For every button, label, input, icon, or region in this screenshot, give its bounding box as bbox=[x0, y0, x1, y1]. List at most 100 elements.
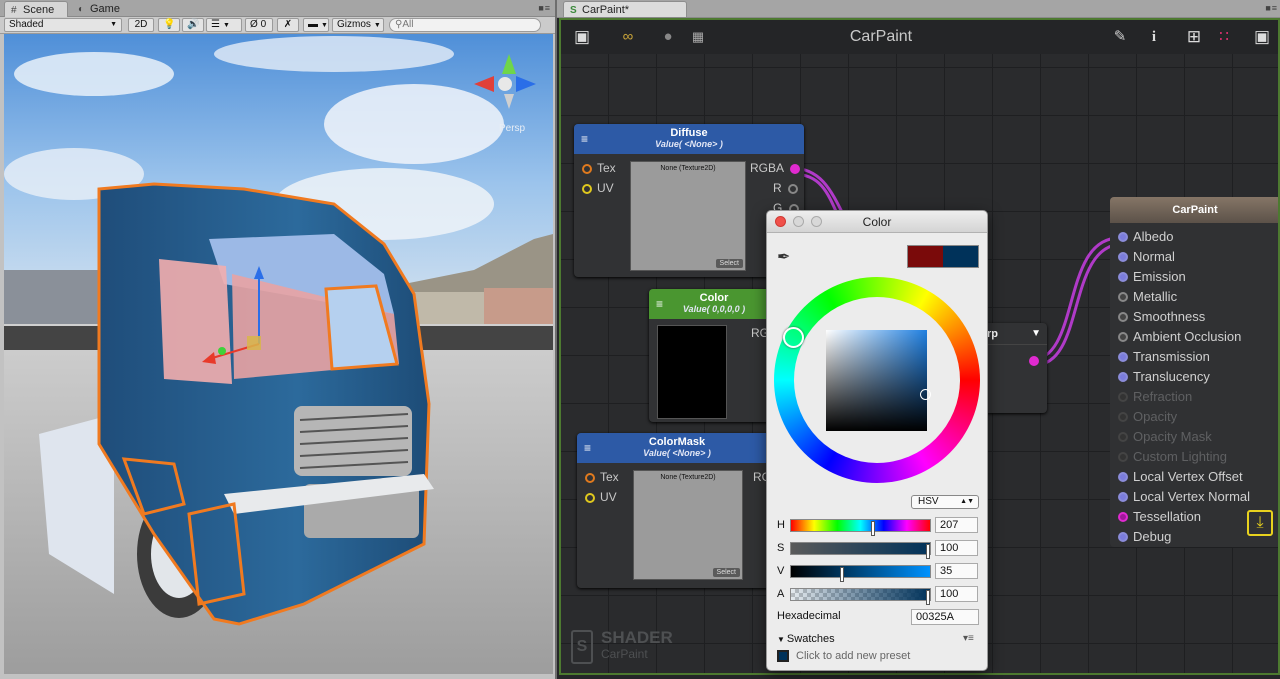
dropdown-arrow-icon: ▼ bbox=[321, 22, 328, 29]
colormask-node[interactable]: ≡ ColorMask Value( <None> ) Tex UV None … bbox=[577, 433, 777, 588]
logo-line1: SHADER bbox=[601, 628, 673, 647]
node-menu-icon[interactable]: ≡ bbox=[581, 132, 588, 146]
texture-select-button[interactable]: Select bbox=[712, 568, 740, 577]
value-track[interactable] bbox=[790, 565, 931, 582]
hue-slider[interactable]: H 207 bbox=[777, 517, 978, 536]
colormask-texture-slot[interactable]: None (Texture2D) Select bbox=[633, 470, 743, 580]
camera-dropdown-icon[interactable]: ▬ ▼ bbox=[303, 18, 329, 32]
output-input-normal[interactable]: Normal bbox=[1110, 247, 1278, 267]
add-preset-hint[interactable]: Click to add new preset bbox=[796, 650, 910, 662]
texture-select-button[interactable]: Select bbox=[715, 259, 743, 268]
scene-viewport[interactable]: Persp bbox=[4, 34, 553, 674]
colormask-node-header[interactable]: ≡ ColorMask Value( <None> ) bbox=[577, 433, 777, 463]
slider-thumb[interactable] bbox=[926, 544, 930, 559]
hue-track[interactable] bbox=[790, 519, 931, 536]
value-slider[interactable]: V 35 bbox=[777, 563, 978, 582]
shading-mode-dropdown[interactable]: Shaded ▼ bbox=[4, 18, 122, 32]
output-input-ambient-occlusion[interactable]: Ambient Occlusion bbox=[1110, 327, 1278, 347]
slider-thumb[interactable] bbox=[840, 567, 844, 582]
window-options-icon[interactable]: ■≡ bbox=[1265, 3, 1278, 13]
output-input-emission[interactable]: Emission bbox=[1110, 267, 1278, 287]
saturation-slider[interactable]: S 100 bbox=[777, 540, 978, 559]
swatches-header[interactable]: ▼ Swatches bbox=[777, 633, 835, 645]
slider-label: A bbox=[777, 588, 785, 600]
output-input-local-vertex-offset[interactable]: Local Vertex Offset bbox=[1110, 467, 1278, 487]
diffuse-node-header[interactable]: ≡ Diffuse Value( <None> ) bbox=[574, 124, 804, 154]
hidden-objects-toggle[interactable]: Ø 0 bbox=[245, 18, 273, 32]
node-menu-icon[interactable]: ≡ bbox=[656, 297, 663, 311]
tab-game[interactable]: ◐ Game bbox=[72, 1, 132, 17]
color-mode-dropdown[interactable]: HSV ▲▼ bbox=[911, 495, 979, 509]
output-input-local-vertex-normal[interactable]: Local Vertex Normal bbox=[1110, 487, 1278, 507]
node-menu-icon[interactable]: ≡ bbox=[584, 441, 591, 455]
saturation-value-field[interactable]: 100 bbox=[935, 540, 978, 556]
alpha-track[interactable] bbox=[790, 588, 931, 605]
logo-line2: CarPaint bbox=[601, 647, 648, 661]
slider-thumb[interactable] bbox=[871, 521, 875, 536]
tools-icon[interactable]: ✗ bbox=[277, 18, 299, 32]
saturation-track[interactable] bbox=[790, 542, 931, 559]
port-label: Translucency bbox=[1133, 369, 1210, 384]
colormask-input-tex[interactable]: Tex bbox=[585, 470, 619, 484]
saturation-value-square[interactable] bbox=[826, 330, 931, 431]
tab-game-label: Game bbox=[90, 3, 120, 15]
diffuse-input-tex[interactable]: Tex bbox=[582, 161, 616, 175]
effects-dropdown-icon[interactable]: ☰ ▼ bbox=[206, 18, 242, 32]
diffuse-input-uv[interactable]: UV bbox=[582, 181, 614, 195]
output-input-translucency[interactable]: Translucency bbox=[1110, 367, 1278, 387]
sv-picker-handle[interactable] bbox=[920, 389, 931, 400]
close-icon[interactable] bbox=[775, 216, 786, 227]
output-node-header[interactable]: CarPaint bbox=[1110, 197, 1278, 223]
hex-input[interactable]: 00325A bbox=[911, 609, 979, 625]
color-compare-swatch[interactable] bbox=[907, 245, 979, 268]
diffuse-output-r[interactable]: R bbox=[773, 181, 799, 195]
scene-search-input[interactable]: ⚲All bbox=[389, 18, 541, 32]
audio-toggle-icon[interactable]: 🔊 bbox=[182, 18, 204, 32]
eyedropper-icon[interactable]: ✒ bbox=[777, 247, 790, 267]
alpha-value-field[interactable]: 100 bbox=[935, 586, 978, 602]
download-icon[interactable]: ⤓ bbox=[1247, 510, 1273, 536]
swatch-options-icon[interactable]: ▾≡ bbox=[963, 633, 974, 644]
window-options-icon[interactable]: ■≡ bbox=[538, 3, 551, 13]
hidden-node[interactable]: rp ▼ bbox=[981, 323, 1047, 413]
value-value-field[interactable]: 35 bbox=[935, 563, 978, 579]
output-input-transmission[interactable]: Transmission bbox=[1110, 347, 1278, 367]
zoom-icon[interactable] bbox=[811, 216, 822, 227]
port-label: Local Vertex Offset bbox=[1133, 469, 1243, 484]
slider-label: V bbox=[777, 565, 785, 577]
port-dot-icon bbox=[585, 472, 595, 483]
slider-thumb[interactable] bbox=[926, 590, 930, 605]
gizmos-dropdown[interactable]: Gizmos ▼ bbox=[332, 18, 384, 32]
hue-picker-handle[interactable] bbox=[783, 327, 804, 348]
hue-value-field[interactable]: 207 bbox=[935, 517, 978, 533]
hidden-node-header[interactable]: rp ▼ bbox=[981, 323, 1047, 345]
port-dot-icon bbox=[788, 183, 799, 194]
texture-caption: None (Texture2D) bbox=[660, 474, 716, 481]
port-label: RGBA bbox=[750, 161, 784, 175]
lighting-toggle-icon[interactable]: 💡 bbox=[158, 18, 180, 32]
port-label: R bbox=[773, 181, 782, 195]
color-picker-titlebar[interactable]: Color bbox=[767, 211, 987, 233]
output-input-albedo[interactable]: Albedo bbox=[1110, 227, 1278, 247]
diffuse-texture-slot[interactable]: None (Texture2D) Select bbox=[630, 161, 746, 271]
color-node[interactable]: ≡ Color Value( 0,0,0,0 ) RGB bbox=[649, 289, 779, 422]
diffuse-output-rgba[interactable]: RGBA bbox=[750, 161, 800, 175]
color-preview-swatch[interactable] bbox=[657, 325, 727, 419]
minimize-icon[interactable] bbox=[793, 216, 804, 227]
preset-swatch[interactable] bbox=[777, 650, 789, 662]
previous-color-swatch[interactable] bbox=[908, 246, 943, 267]
persp-label[interactable]: Persp bbox=[499, 123, 525, 134]
output-input-metallic[interactable]: Metallic bbox=[1110, 287, 1278, 307]
color-node-header[interactable]: ≡ Color Value( 0,0,0,0 ) bbox=[649, 289, 779, 319]
port-label: Debug bbox=[1133, 529, 1172, 544]
output-input-smoothness[interactable]: Smoothness bbox=[1110, 307, 1278, 327]
toggle-2d-button[interactable]: 2D bbox=[128, 18, 154, 32]
current-color-swatch[interactable] bbox=[943, 246, 978, 267]
dropdown-arrow-icon[interactable]: ▼ bbox=[1031, 323, 1041, 345]
output-node-carpaint[interactable]: CarPaint Albedo Normal Emission Metallic… bbox=[1110, 197, 1278, 547]
tab-carpaint[interactable]: S CarPaint* bbox=[563, 1, 687, 17]
alpha-slider[interactable]: A 100 bbox=[777, 586, 978, 605]
port-dot-icon[interactable] bbox=[1029, 356, 1039, 366]
tab-scene[interactable]: # Scene bbox=[4, 1, 68, 17]
colormask-input-uv[interactable]: UV bbox=[585, 490, 617, 504]
